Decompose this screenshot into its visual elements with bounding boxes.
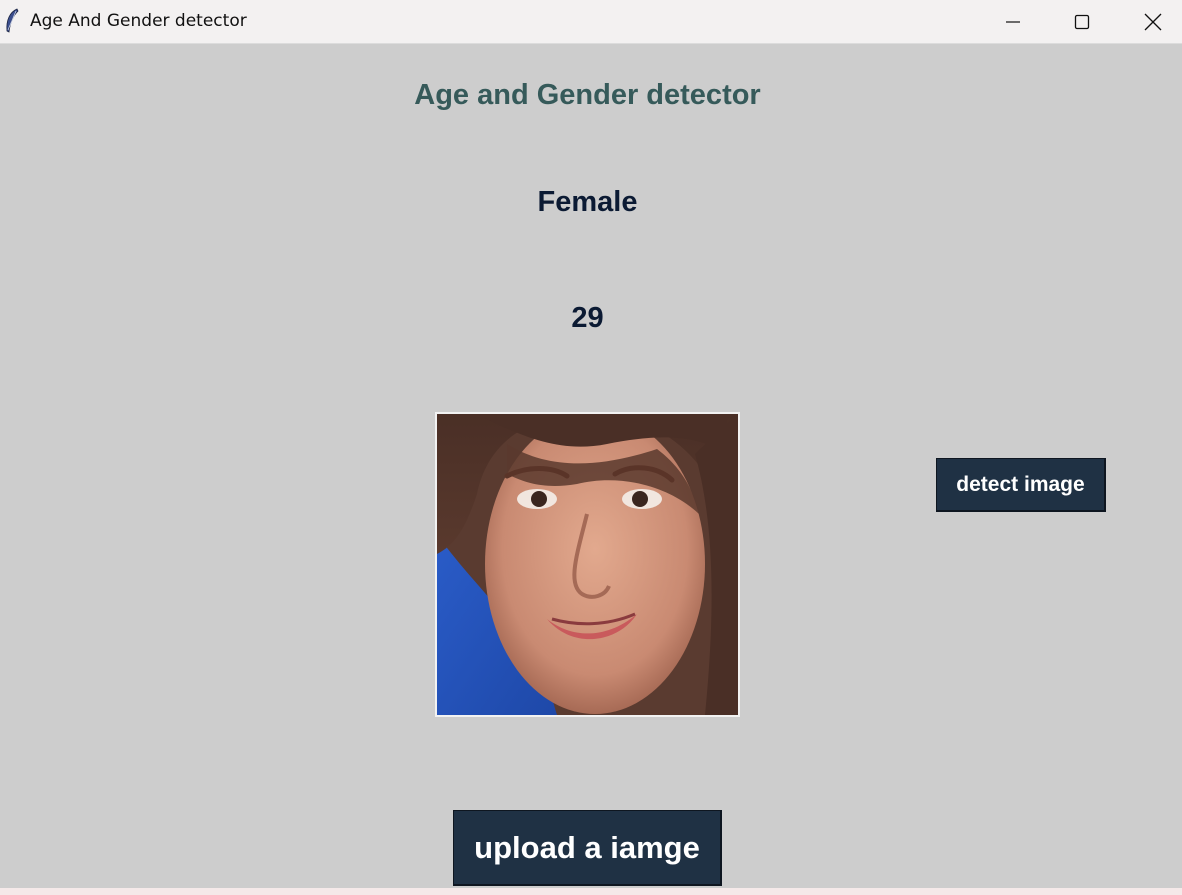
window-title: Age And Gender detector bbox=[30, 11, 247, 31]
maximize-button[interactable] bbox=[1047, 0, 1117, 43]
minimize-icon bbox=[1006, 20, 1020, 23]
title-bar: Age And Gender detector bbox=[0, 0, 1182, 44]
feather-icon bbox=[6, 8, 19, 33]
upload-image-button[interactable]: upload a iamge bbox=[453, 810, 722, 886]
gender-result: Female bbox=[537, 186, 638, 218]
minimize-button[interactable] bbox=[978, 0, 1048, 43]
detect-image-button[interactable]: detect image bbox=[936, 458, 1106, 512]
app-heading: Age and Gender detector bbox=[414, 79, 761, 111]
app-window: Age And Gender detector Age and Gender d… bbox=[0, 0, 1182, 895]
age-result: 29 bbox=[571, 302, 604, 334]
maximize-icon bbox=[1074, 14, 1090, 29]
face-image bbox=[437, 414, 738, 715]
window-bottom-edge bbox=[0, 888, 1182, 895]
close-icon bbox=[1144, 13, 1162, 30]
close-button[interactable] bbox=[1118, 0, 1182, 43]
uploaded-face-photo bbox=[435, 412, 740, 717]
